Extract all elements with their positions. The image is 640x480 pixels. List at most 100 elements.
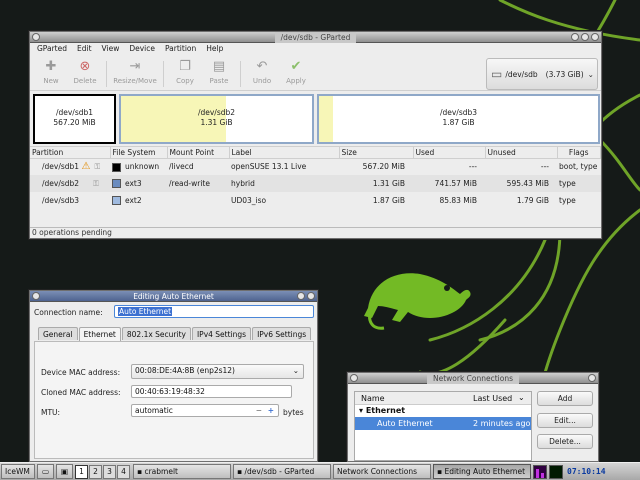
group-ethernet[interactable]: ▾ Ethernet [355, 405, 531, 417]
connection-name-input[interactable]: Auto Ethernet [114, 305, 314, 318]
gparted-window: /dev/sdb - GParted GParted Edit View Dev… [29, 31, 602, 239]
close-button[interactable] [307, 292, 315, 300]
new-icon: ✚ [45, 59, 57, 74]
gparted-titlebar[interactable]: /dev/sdb - GParted [30, 32, 601, 43]
window-menu-button[interactable] [350, 374, 358, 382]
paste-label: Paste [209, 77, 229, 85]
unused: --- [540, 162, 549, 172]
minimize-button[interactable] [297, 292, 305, 300]
menubar: GParted Edit View Device Partition Help [30, 43, 601, 55]
col-flags[interactable]: Flags [557, 147, 601, 159]
delete-button[interactable]: ⊗ Delete [68, 59, 102, 85]
warning-icon: ⚠ [81, 161, 91, 173]
col-filesystem[interactable]: File System [110, 147, 168, 159]
menu-view[interactable]: View [97, 43, 125, 55]
new-label: New [43, 77, 59, 85]
copy-button[interactable]: ❐ Copy [168, 59, 202, 85]
cloned-mac-input[interactable]: 00:40:63:19:48:32 [131, 385, 292, 398]
col-size[interactable]: Size [339, 147, 414, 159]
menu-partition[interactable]: Partition [160, 43, 201, 55]
window-menu-button[interactable] [32, 33, 40, 41]
task-label: /dev/sdb - GParted [244, 467, 315, 476]
apply-button[interactable]: ✔ Apply [279, 59, 313, 85]
start-button[interactable]: IceWM [1, 464, 35, 479]
flags: boot, type [559, 162, 598, 172]
minus-icon[interactable]: − [256, 405, 262, 416]
clock[interactable]: 07:10:14 [567, 467, 606, 476]
window-menu-button[interactable] [32, 292, 40, 300]
col-last-used[interactable]: Last Used [473, 394, 512, 403]
add-button[interactable]: Add [537, 391, 593, 406]
col-unused[interactable]: Unused [485, 147, 558, 159]
edit-titlebar[interactable]: Editing Auto Ethernet [30, 291, 317, 302]
list-item[interactable]: Auto Ethernet 2 minutes ago [355, 417, 531, 430]
resize-move-button[interactable]: ⇥ Resize/Move [111, 59, 159, 85]
partmap-sdb3-name: /dev/sdb3 [439, 108, 478, 117]
partmap-sdb2-size: 1.31 GiB [200, 118, 233, 127]
cpu-monitor-icon [533, 464, 547, 479]
tab-8021x-security[interactable]: 802.1x Security [121, 327, 191, 340]
device-mac-label: Device MAC address: [41, 368, 121, 377]
connection-name-value: Auto Ethernet [118, 307, 173, 316]
mount-point [167, 192, 229, 209]
task-crabmelt[interactable]: ▪ crabmelt [133, 464, 231, 479]
fs-type: ext3 [125, 178, 142, 188]
show-desktop-icon[interactable]: ▭ [37, 464, 54, 479]
minimize-button[interactable] [571, 33, 579, 41]
size: 567.20 MiB [362, 162, 405, 172]
task-editing-auto-ethernet[interactable]: ▪ Editing Auto Ethernet [433, 464, 531, 479]
key-icon: ⚿ [94, 162, 101, 172]
used: 741.57 MiB [413, 175, 485, 192]
col-label[interactable]: Label [229, 147, 340, 159]
workspace-1[interactable]: 1 [75, 464, 88, 479]
mtu-spinbox[interactable]: automatic − + [131, 404, 279, 417]
partmap-sdb1[interactable]: /dev/sdb1 567.20 MiB [33, 94, 116, 144]
menu-gparted[interactable]: GParted [32, 43, 72, 55]
col-mountpoint[interactable]: Mount Point [167, 147, 230, 159]
undo-button[interactable]: ↶ Undo [245, 59, 279, 85]
paste-button[interactable]: ▤ Paste [202, 59, 236, 85]
tab-ethernet[interactable]: Ethernet [78, 327, 121, 341]
partmap-sdb1-size: 567.20 MiB [53, 118, 96, 127]
col-used[interactable]: Used [413, 147, 486, 159]
delete-icon: ⊗ [79, 59, 91, 74]
flags: type [559, 196, 576, 205]
delete-button[interactable]: Delete... [537, 434, 593, 449]
edit-button[interactable]: Edit... [537, 413, 593, 428]
maximize-button[interactable] [581, 33, 589, 41]
tab-ipv4-settings[interactable]: IPv4 Settings [191, 327, 252, 340]
col-name[interactable]: Name [361, 394, 385, 403]
taskbar: IceWM ▭ ▣ 1 2 3 4 ▪ crabmelt ▪ /dev/sdb … [0, 462, 640, 480]
close-button[interactable] [591, 33, 599, 41]
table-row[interactable]: /dev/sdb1 ⚠ ⚿ unknown /livecd openSUSE 13… [30, 158, 601, 175]
task-network-connections[interactable]: Network Connections [333, 464, 431, 479]
plus-icon[interactable]: + [268, 405, 274, 416]
workspace-3[interactable]: 3 [103, 464, 116, 479]
menu-device[interactable]: Device [124, 43, 160, 55]
fs-type: unknown [125, 162, 160, 171]
device-mac-combo[interactable]: 00:08:DE:4A:8B (enp2s12) ⌄ [131, 364, 304, 379]
workspace-2[interactable]: 2 [89, 464, 102, 479]
table-row[interactable]: /dev/sdb3 ext2 UD03_iso 1.87 GiB 85.83 M… [30, 192, 601, 209]
device-selector[interactable]: ▭ /dev/sdb (3.73 GiB) ⌄ [486, 58, 598, 90]
undo-icon: ↶ [256, 59, 268, 74]
netconn-titlebar[interactable]: Network Connections [348, 373, 598, 384]
partmap-sdb3[interactable]: /dev/sdb3 1.87 GiB [317, 94, 600, 144]
menu-help[interactable]: Help [201, 43, 228, 55]
window-title: /dev/sdb - GParted [274, 32, 357, 43]
task-gparted[interactable]: ▪ /dev/sdb - GParted [233, 464, 331, 479]
terminal-icon[interactable]: ▣ [56, 464, 73, 479]
toolbar-separator [163, 61, 164, 87]
workspace-4[interactable]: 4 [117, 464, 130, 479]
connection-name-label: Connection name: [34, 308, 103, 317]
close-button[interactable] [588, 374, 596, 382]
new-button[interactable]: ✚ New [34, 59, 68, 85]
tab-general[interactable]: General [38, 327, 78, 340]
copy-icon: ❐ [179, 59, 191, 74]
partmap-sdb2[interactable]: /dev/sdb2 1.31 GiB [119, 94, 314, 144]
menu-edit[interactable]: Edit [72, 43, 97, 55]
table-row[interactable]: /dev/sdb2 ⚿ ext3 /read-write hybrid 1.31 … [30, 175, 601, 192]
partition-table: Partition File System Mount Point Label … [30, 147, 601, 209]
col-partition[interactable]: Partition [30, 147, 111, 159]
tab-ipv6-settings[interactable]: IPv6 Settings [252, 327, 312, 340]
